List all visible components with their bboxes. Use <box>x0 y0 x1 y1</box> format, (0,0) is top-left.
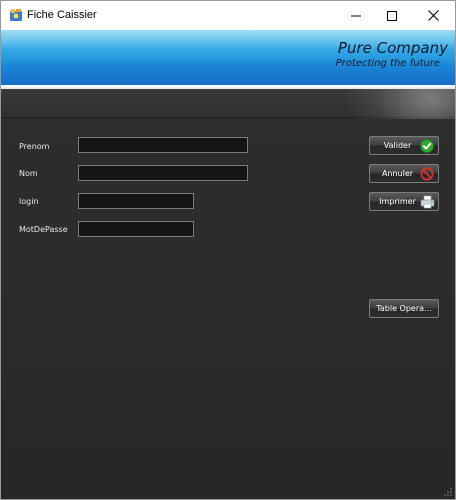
app-icon <box>9 8 23 22</box>
window-title: Fiche Caissier <box>27 9 97 21</box>
form-body: Prenom Nom login MotDePasse Valider Annu… <box>1 89 455 499</box>
valider-label: Valider <box>383 141 412 150</box>
imprimer-label: Imprimer <box>379 197 416 206</box>
motdepasse-label: MotDePasse <box>19 225 68 234</box>
close-icon <box>427 10 439 21</box>
table-operations-button[interactable]: Table Opera... <box>369 299 439 318</box>
fiche-caissier-window: Fiche Caissier Pure Company Protecting t… <box>0 0 456 500</box>
nom-input[interactable] <box>78 165 248 181</box>
motdepasse-input[interactable] <box>78 221 194 237</box>
imprimer-button[interactable]: Imprimer <box>369 192 439 211</box>
company-tagline: Protecting the future <box>335 58 440 69</box>
close-button[interactable] <box>410 1 455 30</box>
form-panel: Prenom Nom login MotDePasse Valider Annu… <box>1 119 455 499</box>
nom-label: Nom <box>19 169 38 178</box>
company-name: Pure Company <box>337 39 448 57</box>
title-bar: Fiche Caissier <box>1 1 455 30</box>
red-cancel-icon <box>419 166 435 182</box>
green-check-icon <box>419 138 435 154</box>
resize-grip[interactable] <box>443 487 453 497</box>
prenom-label: Prenom <box>19 142 50 151</box>
login-label: login <box>19 197 39 206</box>
prenom-input[interactable] <box>78 137 248 153</box>
annuler-button[interactable]: Annuler <box>369 164 439 183</box>
maximize-icon <box>387 10 397 21</box>
valider-button[interactable]: Valider <box>369 136 439 155</box>
login-input[interactable] <box>78 193 194 209</box>
minimize-icon <box>351 11 361 21</box>
maximize-button[interactable] <box>369 1 415 30</box>
table-operations-label: Table Opera... <box>376 304 432 313</box>
annuler-label: Annuler <box>381 169 414 178</box>
printer-icon <box>419 194 435 210</box>
company-banner: Pure Company Protecting the future <box>1 30 455 85</box>
